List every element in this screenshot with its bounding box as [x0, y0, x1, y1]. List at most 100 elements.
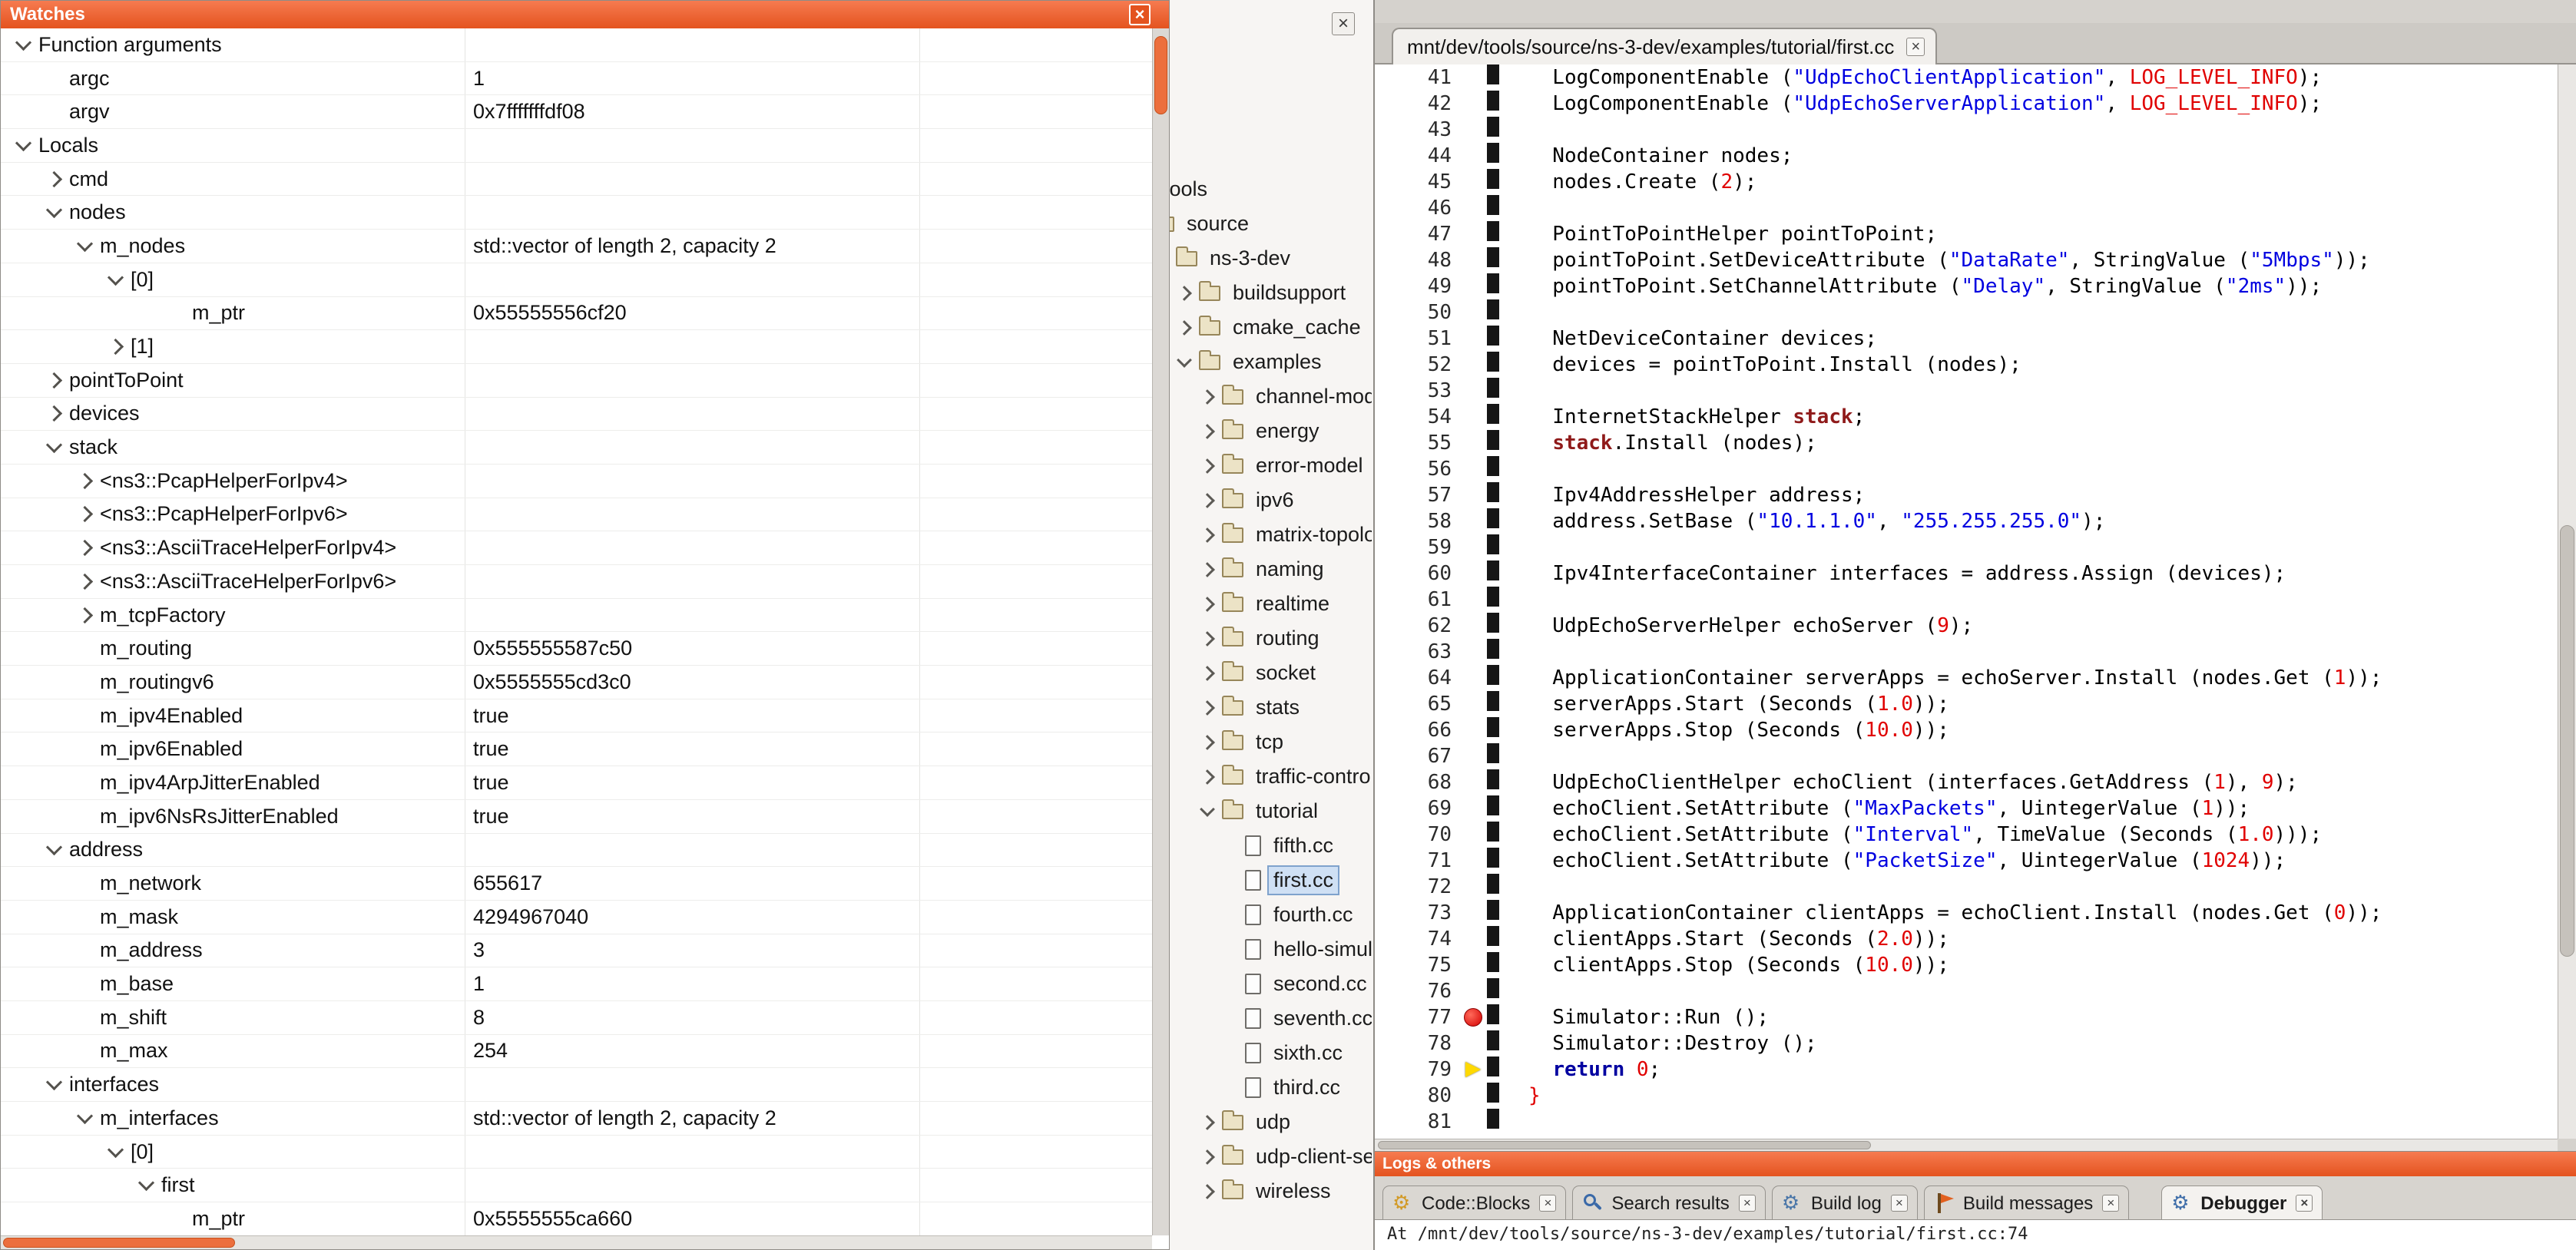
- expand-icon[interactable]: [77, 473, 93, 489]
- breakpoint-margin[interactable]: [1461, 299, 1487, 326]
- line-number[interactable]: 52: [1375, 353, 1461, 376]
- watch-row[interactable]: first: [1, 1169, 1152, 1202]
- breakpoint-margin[interactable]: [1461, 587, 1487, 613]
- breakpoint-margin[interactable]: [1461, 221, 1487, 247]
- close-icon[interactable]: ×: [1129, 4, 1151, 25]
- line-number[interactable]: 63: [1375, 640, 1461, 663]
- watches-titlebar[interactable]: Watches ×: [1, 1, 1169, 28]
- breakpoint-margin[interactable]: [1461, 456, 1487, 482]
- code-line[interactable]: 58 address.SetBase ("10.1.1.0", "255.255…: [1375, 508, 2558, 534]
- watch-row[interactable]: stack: [1, 431, 1152, 465]
- watch-row[interactable]: cmd: [1, 163, 1152, 197]
- line-number[interactable]: 73: [1375, 901, 1461, 924]
- line-number[interactable]: 64: [1375, 666, 1461, 689]
- line-number[interactable]: 68: [1375, 771, 1461, 794]
- watch-row[interactable]: [0]: [1, 263, 1152, 297]
- expand-icon[interactable]: [1200, 631, 1215, 646]
- line-number[interactable]: 45: [1375, 170, 1461, 193]
- breakpoint-margin[interactable]: [1461, 1057, 1487, 1083]
- code-line[interactable]: 42 LogComponentEnable ("UdpEchoServerApp…: [1375, 91, 2558, 117]
- expand-icon[interactable]: [1200, 562, 1215, 577]
- breakpoint-margin[interactable]: [1461, 717, 1487, 743]
- watch-row[interactable]: m_ipv4Enabledtrue: [1, 699, 1152, 733]
- code-line[interactable]: 52 devices = pointToPoint.Install (nodes…: [1375, 352, 2558, 378]
- breakpoint-margin[interactable]: [1461, 1083, 1487, 1109]
- watch-row[interactable]: <ns3::PcapHelperForIpv6>: [1, 498, 1152, 532]
- watch-row[interactable]: m_ptr0x55555556cf20: [1, 297, 1152, 331]
- watch-row[interactable]: m_routingv60x5555555cd3c0: [1, 666, 1152, 699]
- logs-tab-search-results[interactable]: Search results×: [1572, 1186, 1765, 1219]
- line-number[interactable]: 50: [1375, 301, 1461, 324]
- code-area[interactable]: 41 LogComponentEnable ("UdpEchoClientApp…: [1375, 64, 2558, 1139]
- editor-tab-first-cc[interactable]: mnt/dev/tools/source/ns-3-dev/examples/t…: [1392, 28, 1937, 64]
- line-number[interactable]: 60: [1375, 562, 1461, 585]
- collapse-icon[interactable]: [15, 135, 31, 151]
- breakpoint-margin[interactable]: [1461, 822, 1487, 848]
- code-line[interactable]: 45 nodes.Create (2);: [1375, 169, 2558, 195]
- breakpoint-margin[interactable]: [1461, 534, 1487, 561]
- breakpoint-margin[interactable]: [1461, 978, 1487, 1004]
- code-line[interactable]: 51 NetDeviceContainer devices;: [1375, 326, 2558, 352]
- collapse-icon[interactable]: [108, 270, 124, 286]
- line-number[interactable]: 78: [1375, 1032, 1461, 1055]
- line-number[interactable]: 65: [1375, 693, 1461, 716]
- code-line[interactable]: 76: [1375, 978, 2558, 1004]
- code-line[interactable]: 61: [1375, 587, 2558, 613]
- breakpoint-margin[interactable]: [1461, 195, 1487, 221]
- code-line[interactable]: 80}: [1375, 1083, 2558, 1109]
- watch-row[interactable]: Function arguments: [1, 28, 1152, 62]
- expand-icon[interactable]: [1200, 735, 1215, 750]
- expand-icon[interactable]: [1200, 666, 1215, 681]
- line-number[interactable]: 41: [1375, 66, 1461, 89]
- watch-row[interactable]: [1]: [1, 330, 1152, 364]
- scrollbar-thumb[interactable]: [3, 1238, 235, 1248]
- expand-icon[interactable]: [46, 405, 62, 422]
- watch-row[interactable]: address: [1, 834, 1152, 868]
- expand-icon[interactable]: [46, 170, 62, 187]
- code-line[interactable]: 48 pointToPoint.SetDeviceAttribute ("Dat…: [1375, 247, 2558, 273]
- breakpoint-margin[interactable]: [1461, 326, 1487, 352]
- line-number[interactable]: 58: [1375, 510, 1461, 533]
- code-line[interactable]: 68 UdpEchoClientHelper echoClient (inter…: [1375, 769, 2558, 795]
- horizontal-scrollbar[interactable]: [1, 1235, 1152, 1249]
- code-line[interactable]: 60 Ipv4InterfaceContainer interfaces = a…: [1375, 561, 2558, 587]
- breakpoint-margin[interactable]: [1461, 378, 1487, 404]
- code-line[interactable]: 49 pointToPoint.SetChannelAttribute ("De…: [1375, 273, 2558, 299]
- line-number[interactable]: 56: [1375, 458, 1461, 481]
- watch-row[interactable]: interfaces: [1, 1068, 1152, 1102]
- line-number[interactable]: 81: [1375, 1110, 1461, 1133]
- line-number[interactable]: 80: [1375, 1084, 1461, 1107]
- close-icon[interactable]: ×: [1539, 1195, 1556, 1212]
- breakpoint-margin[interactable]: [1461, 1004, 1487, 1030]
- watch-row[interactable]: [0]: [1, 1136, 1152, 1169]
- breakpoint-margin[interactable]: [1461, 926, 1487, 952]
- expand-icon[interactable]: [1200, 1115, 1215, 1130]
- code-line[interactable]: 81: [1375, 1109, 2558, 1135]
- vertical-scrollbar[interactable]: [1152, 28, 1169, 1235]
- collapse-icon[interactable]: [138, 1175, 154, 1191]
- expand-icon[interactable]: [1200, 527, 1215, 543]
- watch-row[interactable]: m_ipv4ArpJitterEnabledtrue: [1, 766, 1152, 800]
- line-number[interactable]: 62: [1375, 614, 1461, 637]
- scrollbar-thumb[interactable]: [2560, 525, 2574, 957]
- breakpoint-margin[interactable]: [1461, 795, 1487, 822]
- expand-icon[interactable]: [1200, 458, 1215, 474]
- watch-row[interactable]: m_ipv6Enabledtrue: [1, 732, 1152, 766]
- watch-row[interactable]: m_base1: [1, 967, 1152, 1001]
- scrollbar-thumb[interactable]: [1154, 36, 1167, 114]
- watch-row[interactable]: nodes: [1, 196, 1152, 230]
- close-icon[interactable]: ×: [2102, 1195, 2119, 1212]
- breakpoint-margin[interactable]: [1461, 665, 1487, 691]
- watch-row[interactable]: m_mask4294967040: [1, 901, 1152, 934]
- code-line[interactable]: 43: [1375, 117, 2558, 143]
- line-number[interactable]: 71: [1375, 849, 1461, 872]
- watch-row[interactable]: argv0x7fffffffdf08: [1, 95, 1152, 129]
- line-number[interactable]: 76: [1375, 980, 1461, 1003]
- line-number[interactable]: 69: [1375, 797, 1461, 820]
- code-line[interactable]: 57 Ipv4AddressHelper address;: [1375, 482, 2558, 508]
- horizontal-scrollbar[interactable]: [1375, 1139, 2558, 1151]
- collapse-icon[interactable]: [46, 437, 62, 453]
- expand-icon[interactable]: [1200, 493, 1215, 508]
- line-number[interactable]: 51: [1375, 327, 1461, 350]
- line-number[interactable]: 72: [1375, 875, 1461, 898]
